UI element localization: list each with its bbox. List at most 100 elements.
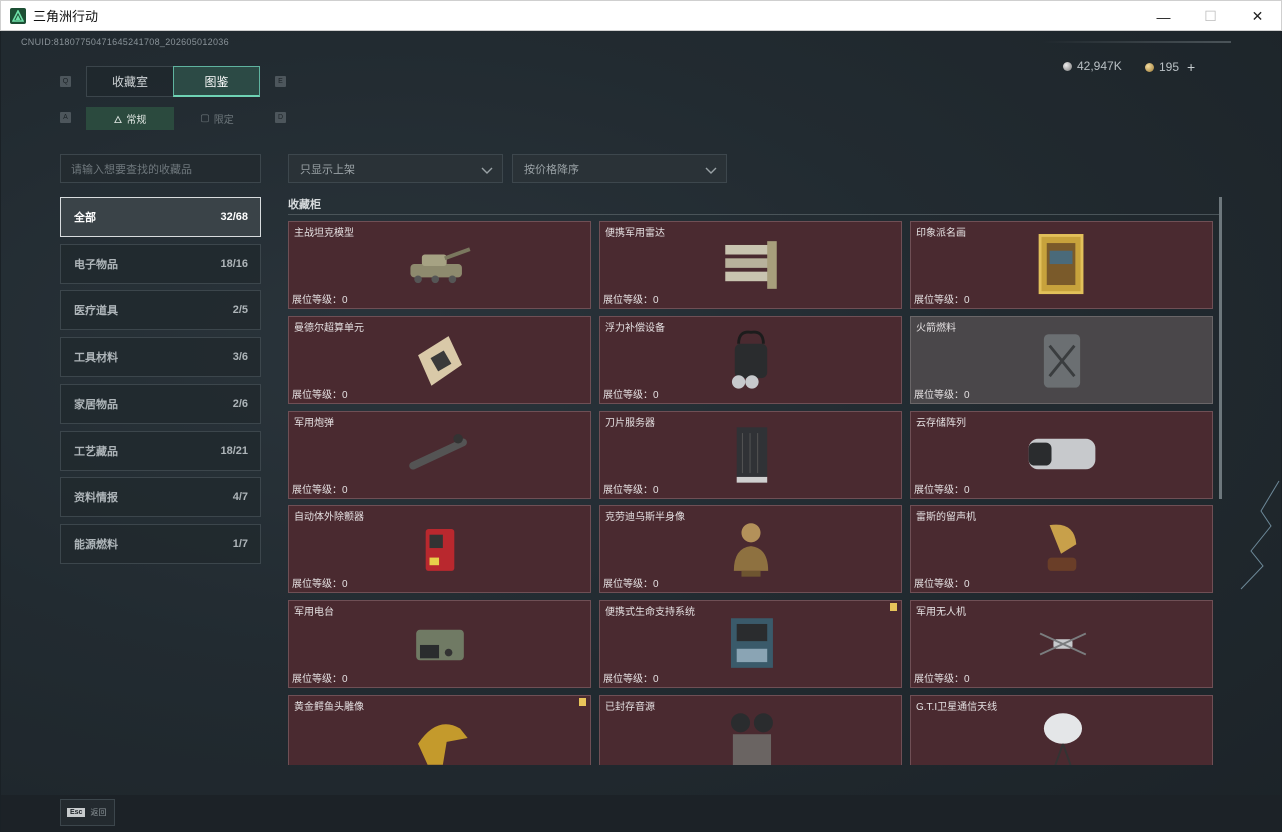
window-title-bar: 三角洲行动 — ☐ ✕ (0, 0, 1282, 31)
item-display-level: 展位等级：0 (603, 579, 659, 591)
section-divider (288, 214, 1220, 215)
search-input[interactable]: 请输入想要查找的收藏品 (60, 154, 261, 183)
esc-key-hint: Esc (67, 808, 86, 817)
lightning-decoration-icon (1240, 480, 1280, 590)
collection-item-card[interactable]: 主战坦克模型 展位等级：0 (288, 221, 591, 309)
storage-array-icon (1028, 438, 1096, 469)
category-label: 资料情报 (74, 492, 118, 505)
subtab-limited[interactable]: ▢ 限定 (174, 107, 260, 130)
collection-item-card[interactable]: 便携式生命支持系统 展位等级：0 (599, 600, 902, 689)
collection-item-card[interactable]: 黄金鳄鱼头雕像展位等级：0 (288, 695, 591, 765)
collection-item-card[interactable]: 便携军用雷达 展位等级：0 (599, 221, 902, 309)
listed-filter-label: 只显示上架 (300, 163, 355, 176)
grid-scrollbar[interactable] (1219, 197, 1222, 499)
item-display-level: 展位等级：0 (914, 484, 970, 496)
silver-currency: 42,947K (1063, 59, 1122, 73)
minimize-button[interactable]: — (1140, 1, 1187, 32)
collection-item-card[interactable]: 印象派名画 展位等级：0 (910, 221, 1213, 309)
item-name: 黄金鳄鱼头雕像 (294, 702, 364, 713)
subtab-regular[interactable]: 🜂 常规 (86, 107, 174, 130)
box-icon: ▢ (200, 113, 210, 124)
item-name: 克劳迪乌斯半身像 (605, 512, 685, 524)
back-button[interactable]: Esc 返回 (60, 799, 115, 826)
category-item[interactable]: 家居物品 2/6 (60, 383, 261, 424)
category-count: 4/7 (232, 491, 248, 504)
crocodile-statue-icon (418, 724, 468, 765)
maximize-button[interactable]: ☐ (1187, 1, 1234, 32)
satellite-dish-icon (1043, 713, 1083, 765)
category-label: 工艺藏品 (74, 445, 118, 458)
collection-item-card[interactable]: 自动体外除颤器 展位等级：0 (288, 505, 591, 594)
item-display-level: 展位等级：0 (603, 674, 659, 686)
collection-item-card[interactable]: 曼德尔超算单元 展位等级：0 (288, 315, 591, 404)
item-name: 军用无人机 (916, 607, 966, 619)
item-name: 刀片服务器 (605, 417, 655, 429)
collection-grid: 主战坦克模型 展位等级：0 便携军用雷达 展位等级：0 印象派名画 展位等级：0 曼德尔超算… (288, 221, 1215, 765)
flame-icon: 🜂 (113, 115, 123, 126)
top-divider (1041, 41, 1231, 43)
item-name: 火箭燃料 (916, 322, 956, 334)
collection-item-card[interactable]: 刀片服务器 展位等级：0 (599, 410, 902, 499)
radar-icon (725, 241, 777, 289)
category-item[interactable]: 电子物品 18/16 (60, 243, 261, 284)
category-item[interactable]: 能源燃料 1/7 (60, 523, 261, 564)
collection-item-card[interactable]: 浮力补偿设备 展位等级：0 (599, 315, 902, 404)
category-label: 工具材料 (74, 352, 118, 365)
sort-label: 按价格降序 (524, 163, 579, 176)
subtab-limited-label: 限定 (213, 115, 234, 126)
uid-label: CNUID:8180775047164524170​8_202605012036 (21, 37, 229, 47)
item-name: 军用炮弹 (294, 417, 334, 429)
item-name: 主战坦克模型 (294, 228, 354, 239)
key-hint-d: D (275, 112, 286, 123)
category-count: 2/5 (232, 304, 248, 317)
item-name: 云存储阵列 (916, 417, 966, 429)
category-count: 1/7 (232, 537, 248, 550)
collection-item-card[interactable]: 克劳迪乌斯半身像 展位等级：0 (599, 505, 902, 594)
category-label: 全部 (74, 212, 96, 224)
tab-codex[interactable]: 图鉴 (173, 66, 260, 97)
key-hint-q: Q (60, 76, 71, 87)
gold-currency: 195 + (1145, 59, 1195, 75)
item-display-level: 展位等级：0 (914, 389, 970, 401)
item-name: 浮力补偿设备 (605, 322, 665, 334)
item-name: 曼德尔超算单元 (294, 322, 364, 334)
server-icon (736, 426, 768, 483)
collection-item-card[interactable]: 云存储阵列展位等级：0 (910, 410, 1213, 499)
collection-item-card[interactable]: G.T.I卫星通信天线展位等级：0 (910, 695, 1213, 765)
sort-dropdown[interactable]: 按价格降序 (512, 154, 727, 183)
window-title: 三角洲行动 (33, 9, 99, 24)
collection-item-card[interactable]: 军用电台展位等级：0 (288, 600, 591, 689)
tab-collection-room[interactable]: 收藏室 (86, 66, 174, 97)
gramophone-icon (1047, 525, 1077, 572)
category-item[interactable]: 工具材料 3/6 (60, 337, 261, 378)
item-display-level: 展位等级：0 (292, 389, 348, 401)
key-hint-a: A (60, 112, 71, 123)
collection-item-card[interactable]: 雷斯的留声机 展位等级：0 (910, 505, 1213, 594)
category-count: 2/6 (232, 397, 248, 410)
category-item[interactable]: 医疗道具 2/5 (60, 290, 261, 331)
item-name: 已封存音源 (605, 702, 655, 713)
collection-item-card[interactable]: 军用炮弹 展位等级：0 (288, 410, 591, 499)
item-name: 自动体外除颤器 (294, 512, 364, 524)
category-item[interactable]: 工艺藏品 18/21 (60, 430, 261, 471)
category-item[interactable]: 资料情报 4/7 (60, 477, 261, 518)
close-button[interactable]: ✕ (1234, 1, 1281, 32)
item-display-level: 展位等级：0 (914, 674, 970, 686)
silver-amount: 42,947K (1077, 59, 1122, 73)
item-name: G.T.I卫星通信天线 (916, 702, 998, 713)
listed-filter-dropdown[interactable]: 只显示上架 (288, 154, 503, 183)
add-currency-button[interactable]: + (1187, 59, 1195, 75)
collection-item-card[interactable]: 军用无人机展位等级：0 (910, 600, 1213, 689)
category-item[interactable]: 全部 32/68 (60, 197, 261, 237)
item-name: 军用电台 (294, 607, 334, 619)
circuit-board-icon (418, 335, 462, 386)
item-display-level: 展位等级：0 (292, 579, 348, 591)
silver-coin-icon (1063, 61, 1072, 71)
collection-item-card[interactable]: 火箭燃料展位等级：0 (910, 315, 1213, 404)
tank-icon (410, 247, 471, 284)
item-display-level: 展位等级：0 (292, 674, 348, 686)
category-count: 32/68 (220, 211, 248, 223)
reel-recorder-icon (730, 713, 773, 765)
collection-item-card[interactable]: 已封存音源展位等级：0 (599, 695, 902, 765)
fuel-canister-icon (1043, 334, 1081, 388)
